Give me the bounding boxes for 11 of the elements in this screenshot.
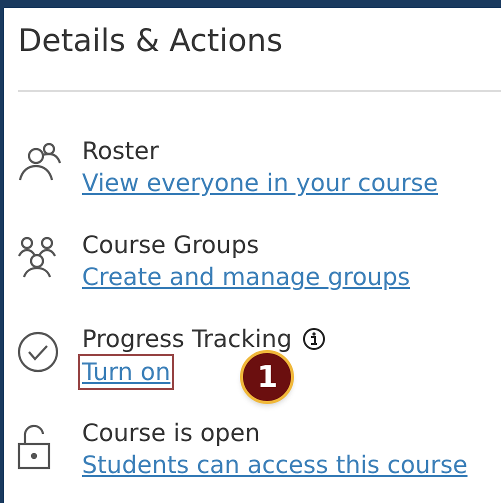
item-link[interactable]: View everyone in your course <box>82 166 438 200</box>
item-link[interactable]: Students can access this course <box>82 448 468 482</box>
check-circle-icon <box>16 330 60 374</box>
item-label: Course is open <box>82 418 260 448</box>
item-link[interactable]: Turn on <box>78 354 174 390</box>
item-label: Roster <box>82 136 159 166</box>
item-link[interactable]: Create and manage groups <box>82 260 410 294</box>
panel-title: Details & Actions <box>17 22 284 61</box>
item-label: Course Groups <box>82 230 259 260</box>
people-icon <box>16 142 64 182</box>
info-icon[interactable] <box>302 327 326 351</box>
